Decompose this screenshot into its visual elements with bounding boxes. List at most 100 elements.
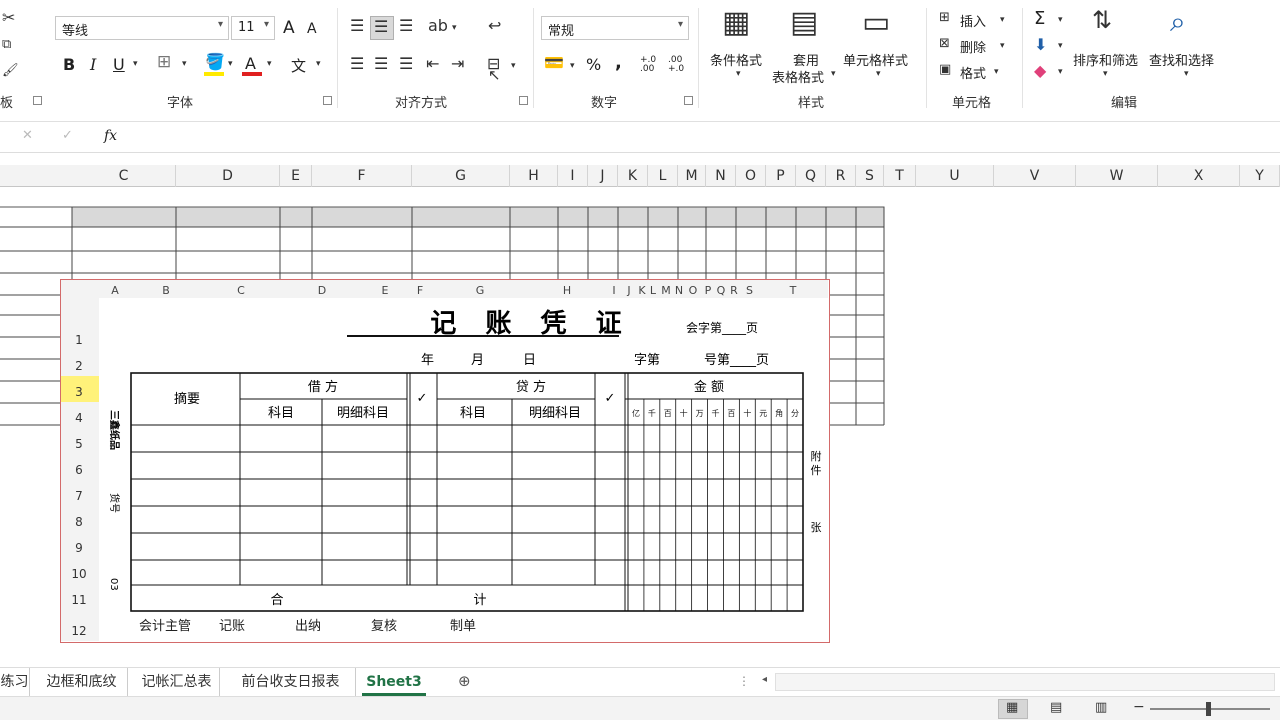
comma-button[interactable]: , [615,52,622,73]
chevron-down-icon[interactable]: ▾ [133,60,138,69]
format-icon[interactable]: ▣ [939,63,951,76]
column-header-W[interactable]: W [1076,165,1158,187]
sheet-tab[interactable]: 前台收支日报表 [226,668,356,696]
bold-button[interactable]: B [63,55,75,74]
voucher-preview-image[interactable]: 记 账 凭 证 会字第____页 年 月 日 字第 号第____页 摘要 借 方… [60,279,830,643]
orientation-icon[interactable]: ab [428,18,448,34]
insert-icon[interactable]: ⊞ [939,11,950,24]
sheet-tab[interactable]: Sheet3 [362,668,426,696]
column-header-P[interactable]: P [766,165,796,187]
table-format-button-line2[interactable]: 表格格式 [772,67,824,86]
border-icon[interactable]: ⊞ [157,54,171,71]
increase-decimal-button[interactable]: +.0 .00 [640,56,662,74]
align-top-icon[interactable]: ☰ [350,18,364,34]
horizontal-scrollbar[interactable] [775,673,1275,691]
column-header-I[interactable]: I [558,165,588,187]
sort-filter-button[interactable]: 排序和筛选 [1073,50,1138,69]
chevron-down-icon[interactable]: ▾ [511,62,516,71]
cancel-icon[interactable]: ✕ [22,129,33,142]
font-name-dropdown[interactable]: 等线 ▾ [55,16,229,40]
table-format-icon[interactable]: ▤ [790,8,818,38]
shrink-font-button[interactable]: A [307,21,317,37]
column-header-M[interactable]: M [678,165,706,187]
column-header-Y[interactable]: Y [1240,165,1280,187]
tab-scroll-menu-icon[interactable]: ⋮ [738,675,750,687]
align-left-icon[interactable]: ☰ [350,56,364,72]
sort-filter-icon[interactable]: ⇅ [1092,8,1112,32]
number-launcher-icon[interactable] [684,96,693,105]
chevron-down-icon[interactable]: ▾ [994,68,999,77]
chevron-down-icon[interactable]: ▾ [228,60,233,69]
cell-style-icon[interactable]: ▭ [862,8,890,38]
column-header-T[interactable]: T [884,165,916,187]
column-header-K[interactable]: K [618,165,648,187]
cut-icon[interactable]: ✂ [2,10,15,26]
alignment-launcher-icon[interactable] [519,96,528,105]
column-header-C[interactable]: C [72,165,176,187]
page-break-view-icon[interactable]: ▥ [1095,701,1107,714]
chevron-down-icon[interactable]: ▾ [1000,16,1005,25]
align-bottom-icon[interactable]: ☰ [399,18,413,34]
column-header-D[interactable]: D [176,165,280,187]
column-header-O[interactable]: O [736,165,766,187]
chevron-down-icon[interactable]: ▾ [1058,68,1063,77]
add-sheet-icon[interactable]: ⊕ [458,674,471,689]
grow-font-button[interactable]: A [283,18,295,38]
formula-input[interactable] [128,126,1278,150]
number-format-dropdown[interactable]: 常规 ▾ [541,16,689,40]
font-color-button[interactable]: A [245,54,256,73]
fill-color-icon[interactable]: 🪣 [205,54,225,70]
insert-function-button[interactable]: fx [104,128,117,144]
find-select-button[interactable]: 查找和选择 [1149,50,1214,69]
sheet-tab[interactable]: 边框和底纹 [36,668,128,696]
column-header-L[interactable]: L [648,165,678,187]
delete-icon[interactable]: ⊠ [939,37,950,50]
underline-button[interactable]: U [113,55,125,74]
conditional-format-button[interactable]: 条件格式 [710,50,762,69]
autosum-button[interactable]: Σ [1034,8,1045,29]
enter-icon[interactable]: ✓ [62,129,73,142]
column-header-R[interactable]: R [826,165,856,187]
insert-button[interactable]: 插入 [960,11,986,30]
zoom-out-icon[interactable]: − [1133,700,1145,714]
chevron-down-icon[interactable]: ▾ [1000,42,1005,51]
column-header-U[interactable]: U [916,165,994,187]
zoom-slider-thumb[interactable] [1206,702,1211,716]
chevron-down-icon[interactable]: ▾ [182,60,187,69]
font-size-dropdown[interactable]: 11 ▾ [231,16,275,40]
copy-icon[interactable]: ⧉ [2,38,11,51]
column-header-S[interactable]: S [856,165,884,187]
align-right-icon[interactable]: ☰ [399,56,413,72]
column-header-Q[interactable]: Q [796,165,826,187]
magnifier-icon[interactable]: ⌕ [1170,8,1186,36]
cell-style-button[interactable]: 单元格样式 [843,50,908,69]
eraser-icon[interactable]: ◆ [1034,63,1046,79]
decrease-decimal-button[interactable]: .00 +.0 [668,56,690,74]
column-header-E[interactable]: E [280,165,312,187]
chevron-down-icon[interactable]: ▾ [452,24,457,33]
column-header-X[interactable]: X [1158,165,1240,187]
fill-down-icon[interactable]: ⬇ [1034,37,1047,53]
scroll-left-icon[interactable]: ◂ [762,675,767,685]
accounting-format-icon[interactable]: 💳 [544,55,564,71]
chevron-down-icon[interactable]: ▾ [570,62,575,71]
column-header-J[interactable]: J [588,165,618,187]
conditional-format-icon[interactable]: ▦ [722,8,750,38]
increase-indent-icon[interactable]: ⇥ [451,56,464,72]
chevron-down-icon[interactable]: ▾ [1058,16,1063,25]
decrease-indent-icon[interactable]: ⇤ [426,56,439,72]
chevron-down-icon[interactable]: ▾ [316,60,321,69]
column-header-H[interactable]: H [510,165,558,187]
delete-button[interactable]: 删除 [960,37,986,56]
italic-button[interactable]: I [90,55,96,74]
page-layout-view-icon[interactable]: ▤ [1050,701,1062,714]
sheet-tab[interactable]: 练习 [0,668,30,696]
column-header-V[interactable]: V [994,165,1076,187]
chevron-down-icon[interactable]: ▾ [267,60,272,69]
column-header-G[interactable]: G [412,165,510,187]
format-button[interactable]: 格式 [960,63,986,82]
sheet-tab[interactable]: 记帐汇总表 [134,668,220,696]
wrap-text-icon[interactable]: ↩ [488,18,501,34]
phonetic-button[interactable]: 文 [291,55,306,76]
column-header-N[interactable]: N [706,165,736,187]
